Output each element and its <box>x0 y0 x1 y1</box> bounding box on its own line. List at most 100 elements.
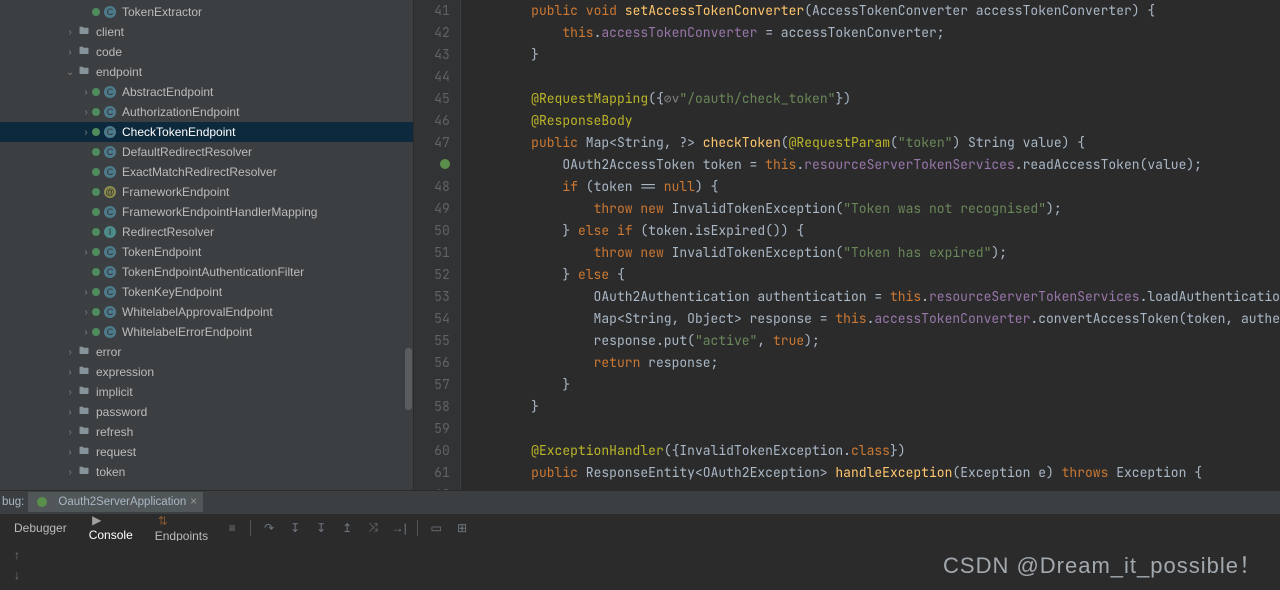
code-line[interactable]: public ResponseEntity<OAuth2Exception> h… <box>469 462 1280 484</box>
tree-folder[interactable]: ›🖿token <box>0 462 413 482</box>
scrollbar-thumb[interactable] <box>405 348 412 410</box>
code-line[interactable]: Map<String, Object> response = this.acce… <box>469 308 1280 330</box>
expand-arrow-icon[interactable]: › <box>80 247 92 258</box>
run-to-cursor-icon[interactable]: →| <box>391 520 407 536</box>
line-number[interactable]: 58 <box>432 396 450 418</box>
tree-class[interactable]: ›CTokenEndpoint <box>0 242 413 262</box>
code-line[interactable]: } <box>469 44 1280 66</box>
code-line[interactable]: } <box>469 396 1280 418</box>
tree-folder[interactable]: ›🖿request <box>0 442 413 462</box>
tree-folder[interactable]: ›🖿error <box>0 342 413 362</box>
tree-class[interactable]: ›CCheckTokenEndpoint <box>0 122 413 142</box>
step-over-icon[interactable]: ↷ <box>261 520 277 536</box>
code-area[interactable]: public void setAccessTokenConverter(Acce… <box>461 0 1280 490</box>
line-number[interactable]: 41 <box>432 0 450 22</box>
line-number[interactable]: 44 <box>432 66 450 88</box>
tree-folder[interactable]: ›🖿implicit <box>0 382 413 402</box>
code-line[interactable] <box>469 418 1280 440</box>
line-number[interactable]: 45 <box>432 88 450 110</box>
tree-class[interactable]: ›CAbstractEndpoint <box>0 82 413 102</box>
tree-class[interactable]: ›CAuthorizationEndpoint <box>0 102 413 122</box>
expand-arrow-icon[interactable]: › <box>64 27 76 38</box>
force-step-into-icon[interactable]: ↧ <box>313 520 329 536</box>
expand-arrow-icon[interactable]: › <box>80 127 92 138</box>
drop-frame-icon[interactable]: ⤨ <box>365 520 381 536</box>
up-icon[interactable]: ↑ <box>9 547 25 563</box>
tree-folder[interactable]: ›🖿refresh <box>0 422 413 442</box>
code-line[interactable]: response.put("active", true); <box>469 330 1280 352</box>
expand-arrow-icon[interactable]: › <box>64 347 76 358</box>
evaluate-icon[interactable]: ▭ <box>428 520 444 536</box>
line-number[interactable]: 49 <box>432 198 450 220</box>
code-line[interactable]: @RequestMapping({⊘∨"/oauth/check_token"}… <box>469 88 1280 110</box>
line-number[interactable]: 55 <box>432 330 450 352</box>
code-line[interactable]: return response; <box>469 352 1280 374</box>
code-line[interactable]: } else { <box>469 264 1280 286</box>
expand-arrow-icon[interactable]: › <box>64 407 76 418</box>
tree-class[interactable]: ›CTokenKeyEndpoint <box>0 282 413 302</box>
expand-arrow-icon[interactable]: › <box>64 387 76 398</box>
project-tree[interactable]: CTokenExtractor›🖿client›🖿code⌄🖿endpoint›… <box>0 0 414 490</box>
tree-class[interactable]: ›CWhitelabelApprovalEndpoint <box>0 302 413 322</box>
line-number[interactable]: 62 <box>432 484 450 490</box>
expand-arrow-icon[interactable]: › <box>64 467 76 478</box>
code-line[interactable]: throw new InvalidTokenException("Token h… <box>469 242 1280 264</box>
down-icon[interactable]: ↓ <box>9 567 25 583</box>
line-number[interactable]: 42 <box>432 22 450 44</box>
tree-class[interactable]: CTokenEndpointAuthenticationFilter <box>0 262 413 282</box>
code-line[interactable]: } else if (token.isExpired()) { <box>469 220 1280 242</box>
tree-class[interactable]: @FrameworkEndpoint <box>0 182 413 202</box>
line-number[interactable]: 61 <box>432 462 450 484</box>
expand-arrow-icon[interactable]: ⌄ <box>64 67 76 78</box>
code-line[interactable]: OAuth2AccessToken token = this.resourceS… <box>469 154 1280 176</box>
close-icon[interactable]: × <box>190 496 197 508</box>
tree-folder[interactable]: ›🖿expression <box>0 362 413 382</box>
line-number[interactable]: 43 <box>432 44 450 66</box>
code-line[interactable]: OAuth2Authentication authentication = th… <box>469 286 1280 308</box>
step-out-icon[interactable]: ↥ <box>339 520 355 536</box>
method-marker-icon[interactable] <box>440 159 450 169</box>
code-line[interactable]: } <box>469 374 1280 396</box>
code-line[interactable]: public Map<String, ?> checkToken(@Reques… <box>469 132 1280 154</box>
tab-debugger[interactable]: Debugger <box>8 517 73 539</box>
tree-class[interactable]: ›CWhitelabelErrorEndpoint <box>0 322 413 342</box>
line-number[interactable]: 51 <box>432 242 450 264</box>
tree-folder[interactable]: ⌄🖿endpoint <box>0 62 413 82</box>
expand-arrow-icon[interactable]: › <box>64 367 76 378</box>
line-number[interactable]: 56 <box>432 352 450 374</box>
code-editor[interactable]: 41424344454647 4849505152535455565758596… <box>414 0 1280 490</box>
tree-folder[interactable]: ›🖿code <box>0 42 413 62</box>
expand-arrow-icon[interactable]: › <box>80 87 92 98</box>
line-number[interactable]: 46 <box>432 110 450 132</box>
tree-class[interactable]: CDefaultRedirectResolver <box>0 142 413 162</box>
trace-icon[interactable]: ⊞ <box>454 520 470 536</box>
line-number[interactable]: 59 <box>432 418 450 440</box>
code-line[interactable]: if (token == null) { <box>469 176 1280 198</box>
expand-arrow-icon[interactable]: › <box>64 427 76 438</box>
code-line[interactable]: @ExceptionHandler({InvalidTokenException… <box>469 440 1280 462</box>
tree-class[interactable]: CTokenExtractor <box>0 2 413 22</box>
line-number[interactable]: 57 <box>432 374 450 396</box>
code-line[interactable]: this.accessTokenConverter = accessTokenC… <box>469 22 1280 44</box>
expand-arrow-icon[interactable]: › <box>64 47 76 58</box>
tree-class[interactable]: IRedirectResolver <box>0 222 413 242</box>
line-number[interactable]: 60 <box>432 440 450 462</box>
expand-arrow-icon[interactable]: › <box>80 287 92 298</box>
expand-arrow-icon[interactable]: › <box>64 447 76 458</box>
expand-arrow-icon[interactable]: › <box>80 307 92 318</box>
tree-class[interactable]: CFrameworkEndpointHandlerMapping <box>0 202 413 222</box>
line-number[interactable]: 52 <box>432 264 450 286</box>
line-number[interactable]: 48 <box>432 176 450 198</box>
expand-arrow-icon[interactable]: › <box>80 107 92 118</box>
line-number[interactable]: 50 <box>432 220 450 242</box>
code-line[interactable]: public void setAccessTokenConverter(Acce… <box>469 0 1280 22</box>
tree-folder[interactable]: ›🖿password <box>0 402 413 422</box>
code-line[interactable] <box>469 66 1280 88</box>
code-line[interactable]: @ResponseBody <box>469 110 1280 132</box>
line-number[interactable]: 47 <box>432 132 450 176</box>
line-number[interactable]: 54 <box>432 308 450 330</box>
expand-arrow-icon[interactable]: › <box>80 327 92 338</box>
tree-folder[interactable]: ›🖿client <box>0 22 413 42</box>
tree-class[interactable]: CExactMatchRedirectResolver <box>0 162 413 182</box>
step-into-icon[interactable]: ↧ <box>287 520 303 536</box>
